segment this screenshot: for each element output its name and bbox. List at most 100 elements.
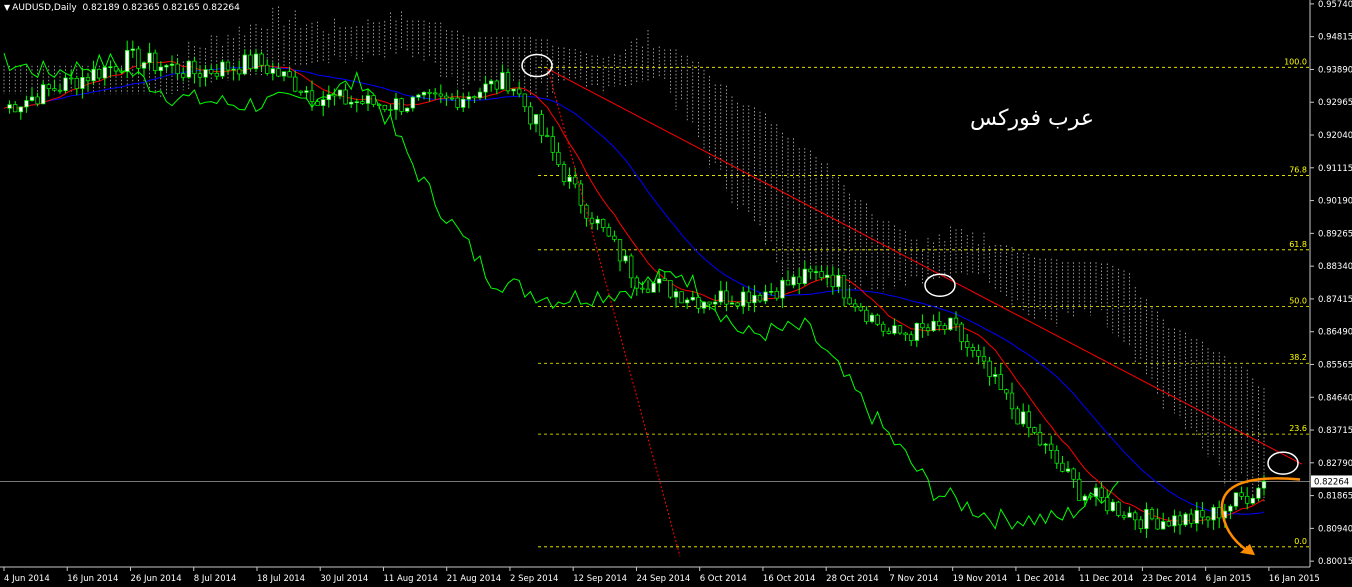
- candle-body: [1211, 507, 1216, 521]
- candle-body: [853, 303, 858, 308]
- candle-body: [29, 96, 35, 101]
- x-tick-label: 6 Oct 2014: [700, 574, 747, 584]
- candle-body: [1060, 462, 1065, 472]
- candle-body: [976, 350, 981, 357]
- candle-body: [63, 77, 68, 92]
- candle-body: [153, 52, 158, 71]
- candle-body: [595, 219, 600, 224]
- candle-body: [847, 297, 852, 305]
- candle-body: [214, 72, 219, 77]
- candle-body: [18, 106, 23, 113]
- candle-body: [1043, 443, 1048, 446]
- candle-body: [494, 80, 499, 90]
- candle-body: [1183, 513, 1188, 526]
- candle-body: [668, 280, 673, 298]
- candle-body: [1261, 481, 1267, 489]
- candle-body: [718, 290, 723, 303]
- candle-body: [1200, 510, 1205, 518]
- y-tick-label: 0.85565: [1318, 360, 1352, 370]
- chart-header: ▼ AUDUSD,Daily 0.82189 0.82365 0.82165 0.…: [4, 3, 240, 13]
- y-tick-label: 0.86490: [1318, 328, 1352, 338]
- x-tick-label: 19 Nov 2014: [953, 574, 1007, 584]
- chikou-line: [3, 52, 1119, 530]
- candle-body: [550, 136, 555, 153]
- candle-body: [1256, 487, 1261, 499]
- candle-body: [74, 78, 79, 89]
- fib-level-label: 76.8: [1289, 165, 1307, 174]
- candle-body: [433, 92, 438, 95]
- candle-body: [875, 314, 880, 325]
- candle-body: [1127, 512, 1132, 518]
- candle-body: [713, 301, 718, 305]
- annotation-circle: [521, 53, 553, 78]
- candle-body: [1245, 496, 1250, 504]
- candle-body: [690, 297, 695, 301]
- candle-body: [909, 334, 914, 341]
- candle-body: [1015, 408, 1020, 425]
- candle-body: [421, 91, 427, 96]
- candle-body: [405, 107, 410, 112]
- candle-body: [981, 355, 987, 362]
- symbol-label: AUDUSD,Daily: [12, 3, 77, 13]
- candle-body: [522, 93, 527, 108]
- candle-body: [270, 68, 275, 74]
- candle-body: [993, 374, 998, 377]
- dropdown-triangle-icon[interactable]: ▼: [4, 3, 10, 12]
- candle-body: [1177, 515, 1183, 526]
- candle-body: [942, 325, 947, 330]
- candle-body: [813, 271, 819, 273]
- candle-body: [237, 68, 242, 75]
- candle-body: [808, 268, 813, 273]
- annotation-circle: [1267, 451, 1299, 475]
- candle-body: [1049, 443, 1054, 451]
- candle-body: [1099, 487, 1104, 498]
- candle-body: [242, 54, 247, 75]
- candle-body: [1138, 519, 1143, 529]
- candle-body: [416, 94, 421, 98]
- candle-body: [1093, 487, 1099, 497]
- x-tick-label: 4 Jun 2014: [4, 574, 50, 584]
- candle-body: [752, 295, 757, 304]
- x-tick-label: 23 Dec 2014: [1142, 574, 1196, 584]
- candle-body: [265, 64, 270, 74]
- candle-body: [97, 68, 102, 79]
- candle-body: [343, 89, 348, 105]
- candle-body: [455, 97, 460, 108]
- candle-body: [1189, 513, 1194, 524]
- candle-body: [1172, 515, 1177, 527]
- y-tick-label: 0.89265: [1318, 229, 1352, 239]
- candle-body: [629, 255, 634, 279]
- candle-body: [175, 63, 180, 75]
- candle-body: [293, 76, 298, 92]
- candle-body: [102, 66, 107, 79]
- x-tick-label: 7 Nov 2014: [889, 574, 938, 584]
- candle-body: [1110, 501, 1115, 512]
- candle-body: [57, 89, 63, 92]
- candle-body: [1054, 449, 1059, 464]
- x-tick-label: 8 Jul 2014: [194, 574, 237, 584]
- price-chart[interactable]: 100.0 76.8 61.8 50.0 38.2 23.6 0.0 0.95740 0.94…: [0, 0, 1352, 587]
- candle-body: [1155, 518, 1160, 530]
- candle-body: [741, 291, 746, 307]
- candle-body: [1250, 497, 1255, 504]
- candle-body: [645, 288, 651, 293]
- candle-body: [892, 325, 897, 334]
- candle-body: [164, 65, 169, 68]
- candle-body: [662, 278, 667, 281]
- y-tick-label: 0.84640: [1318, 393, 1352, 403]
- candle-body: [685, 299, 690, 304]
- candle-body: [567, 176, 572, 182]
- candle-body: [136, 48, 141, 69]
- candle-body: [965, 341, 970, 348]
- candle-body: [141, 62, 147, 69]
- candle-body: [841, 274, 847, 299]
- candle-body: [192, 60, 197, 75]
- candle-body: [7, 104, 12, 109]
- current-price-label: 0.82264: [1314, 477, 1349, 487]
- fib-level-label: 23.6: [1289, 424, 1307, 433]
- candle-body: [953, 317, 959, 325]
- y-tick-label: 0.91115: [1318, 164, 1352, 174]
- candle-body: [399, 98, 404, 112]
- candle-body: [46, 84, 51, 89]
- candle-body: [24, 100, 29, 108]
